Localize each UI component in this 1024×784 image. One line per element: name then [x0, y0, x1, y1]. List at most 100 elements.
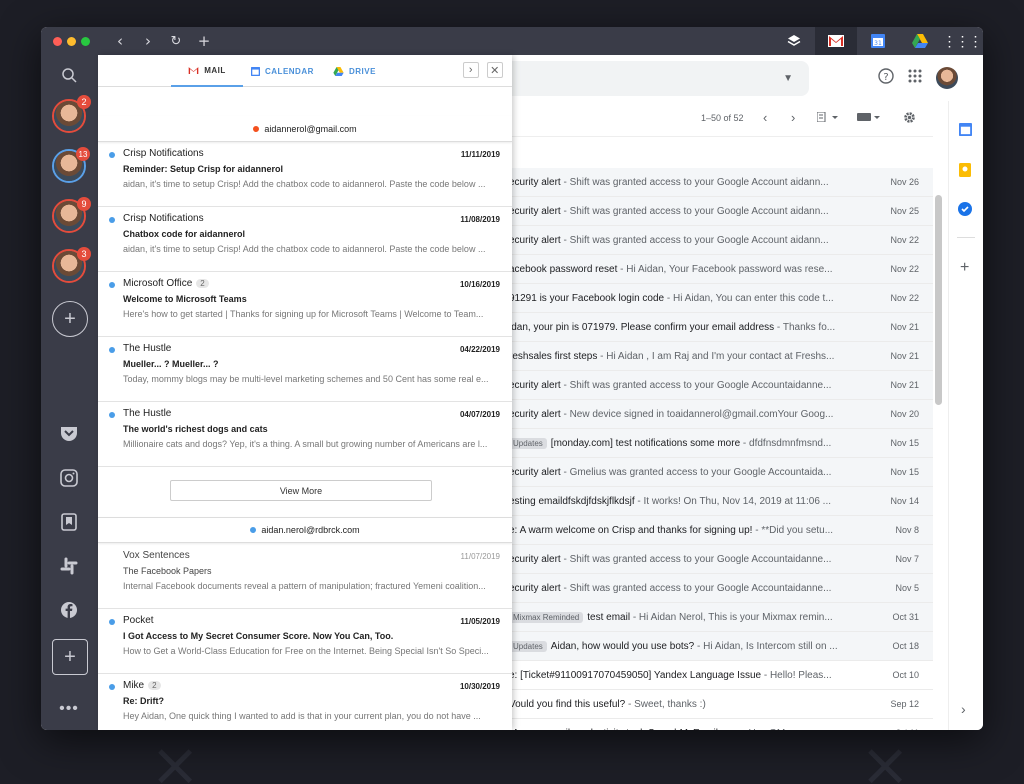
unread-badge: 3	[77, 247, 91, 261]
table-row[interactable]: 91291 is your Facebook login code - Hi A…	[509, 284, 933, 313]
unread-dot	[109, 684, 115, 690]
profile-avatar[interactable]	[936, 67, 958, 89]
more-icon[interactable]: •••	[51, 691, 87, 727]
search-bar[interactable]: ▼	[509, 61, 809, 96]
input-tools-icon[interactable]	[857, 112, 881, 124]
bookmark-icon[interactable]	[51, 504, 87, 540]
table-row[interactable]: acebook password reset - Hi Aidan, Your …	[509, 255, 933, 284]
tab-drive-label: DRIVE	[349, 66, 376, 76]
mail-line: e: [Ticket#91100917070459050] Yandex Lan…	[509, 670, 857, 681]
facebook-icon[interactable]	[51, 592, 87, 628]
apps-grid-icon[interactable]: ⋮⋮⋮	[941, 27, 983, 55]
table-row[interactable]: Mixmax Reminded test email - Hi Aidan Ner…	[509, 603, 933, 632]
google-apps-icon[interactable]	[908, 69, 922, 88]
sender: Vox Sentences	[123, 550, 190, 561]
table-row[interactable]: ecurity alert - Gmelius was granted acce…	[509, 458, 933, 487]
table-row[interactable]: Vould you find this useful? - Sweet, tha…	[509, 690, 933, 719]
table-row[interactable]: esting emaildfskdjfdskjflkdsjf - It work…	[509, 487, 933, 516]
tab-calendar[interactable]: CALENDAR	[251, 55, 314, 87]
mail-subject: The Facebook Papers	[123, 566, 212, 576]
panel-divider	[957, 237, 975, 238]
list-item[interactable]: Microsoft Office 2 10/16/2019 Welcome to Mi…	[98, 272, 512, 337]
expand-panel-button[interactable]: ›	[463, 62, 479, 78]
table-row[interactable]: Updates [monday.com] test notifications s…	[509, 429, 933, 458]
close-panel-button[interactable]: ✕	[487, 62, 503, 78]
reload-icon[interactable]: ↻	[162, 34, 190, 49]
back-icon[interactable]: ‹	[106, 32, 134, 50]
mail-subject: test email	[587, 611, 631, 623]
mail-subject: ecurity alert	[509, 466, 561, 478]
mail-line: ecurity alert - New device signed in toa…	[509, 409, 857, 420]
view-more-button[interactable]: View More	[170, 480, 432, 501]
tab-drive[interactable]: DRIVE	[333, 55, 376, 87]
mail-line: idan, your pin is 071979. Please confirm…	[509, 322, 857, 333]
next-page-icon[interactable]: ›	[791, 110, 795, 125]
mail-preview: aidan, it's time to setup Crisp! Add the…	[123, 244, 486, 254]
table-row[interactable]: ecurity alert - Shift was granted access…	[509, 197, 933, 226]
mail-line: ecurity alert - Shift was granted access…	[509, 206, 857, 217]
table-row[interactable]: ecurity alert - Shift was granted access…	[509, 371, 933, 400]
table-row[interactable]: ecurity alert - Shift was granted access…	[509, 574, 933, 603]
mail-preview: Millionaire cats and dogs? Yep, it's a t…	[123, 439, 488, 449]
slack-icon[interactable]	[51, 548, 87, 584]
layers-icon[interactable]	[773, 27, 815, 55]
list-item[interactable]: Pocket 11/05/2019 I Got Access to My Secre…	[98, 609, 512, 674]
mail-date: Nov 20	[890, 409, 919, 419]
mail-toolbar: 1–50 of 52 ‹ ›	[509, 101, 933, 137]
search-icon[interactable]	[51, 57, 87, 93]
scrollbar[interactable]	[935, 195, 942, 405]
mail-snippet: - Hi Aidan, You can enter this code t...	[664, 292, 834, 304]
list-item[interactable]: Crisp Notifications 11/08/2019 Chatbox cod…	[98, 207, 512, 272]
list-item[interactable]: Crisp Notifications 11/11/2019 Reminder: S…	[98, 142, 512, 207]
table-row[interactable]: idan, your pin is 071979. Please confirm…	[509, 313, 933, 342]
sender-name: Mike	[123, 680, 145, 691]
table-row[interactable]: ecurity alert - Shift was granted access…	[509, 168, 933, 197]
table-row[interactable]: ecurity alert - Shift was granted access…	[509, 226, 933, 255]
add-app-button[interactable]: +	[52, 639, 88, 675]
sender-name: Crisp Notifications	[123, 148, 204, 159]
table-row[interactable]: ecurity alert - Shift was granted access…	[509, 545, 933, 574]
mail-snippet: - Shift was granted access to your Googl…	[560, 553, 832, 565]
mail-subject: My new email productivity tool, SearchMy…	[509, 728, 740, 731]
account-header[interactable]: aidannerol@gmail.com	[98, 116, 512, 142]
instagram-icon[interactable]	[51, 460, 87, 496]
mail-date: Nov 15	[890, 438, 919, 448]
table-row[interactable]: e: [Ticket#91100917070459050] Yandex Lan…	[509, 661, 933, 690]
previous-page-icon[interactable]: ‹	[763, 110, 767, 125]
close-window-button[interactable]	[53, 36, 62, 46]
account-header[interactable]: aidan.nerol@rdbrck.com	[98, 517, 512, 543]
tasks-icon[interactable]	[958, 202, 972, 221]
pocket-icon[interactable]	[51, 416, 87, 452]
tab-mail[interactable]: MAIL	[171, 55, 243, 87]
drive-app-icon[interactable]	[899, 27, 941, 55]
help-icon[interactable]: ?	[878, 67, 894, 89]
search-options-icon[interactable]: ▼	[783, 73, 793, 84]
split-pane-icon[interactable]	[816, 111, 839, 124]
maximize-window-button[interactable]	[81, 36, 90, 46]
calendar-app-icon[interactable]: 31	[857, 27, 899, 55]
add-addon-icon[interactable]: +	[960, 259, 969, 277]
mail-date: 10/30/2019	[459, 682, 500, 691]
gmail-app-icon[interactable]	[815, 27, 857, 55]
table-row[interactable]: My new email productivity tool, SearchMy…	[509, 719, 933, 731]
unread-badge: 13	[76, 147, 90, 161]
add-icon[interactable]: +	[190, 32, 218, 50]
sender-name: Crisp Notifications	[123, 213, 204, 224]
expand-panel-icon[interactable]: ›	[961, 701, 966, 717]
mail-subject: ecurity alert	[509, 553, 561, 565]
forward-icon[interactable]: ›	[134, 32, 162, 50]
settings-gear-icon[interactable]	[903, 111, 916, 126]
table-row[interactable]: reshsales first steps - Hi Aidan , I am …	[509, 342, 933, 371]
add-account-button[interactable]: +	[52, 301, 88, 337]
list-item[interactable]: The Hustle 04/22/2019 Mueller... ? Mueller…	[98, 337, 512, 402]
keep-icon[interactable]	[959, 163, 971, 182]
mail-subject: [monday.com] test notifications some mor…	[550, 437, 741, 449]
calendar-icon[interactable]	[959, 123, 972, 141]
table-row[interactable]: Updates Aidan, how would you use bots? - …	[509, 632, 933, 661]
list-item[interactable]: Mike 2 10/30/2019 Re: Drift? Hey Aidan, One …	[98, 674, 512, 730]
minimize-window-button[interactable]	[67, 36, 76, 46]
list-item[interactable]: The Hustle 04/07/2019 The world's richest …	[98, 402, 512, 467]
list-item[interactable]: Vox Sentences 11/07/2019 The Facebook Pape…	[98, 544, 512, 609]
table-row[interactable]: e: A warm welcome on Crisp and thanks fo…	[509, 516, 933, 545]
table-row[interactable]: ecurity alert - New device signed in toa…	[509, 400, 933, 429]
